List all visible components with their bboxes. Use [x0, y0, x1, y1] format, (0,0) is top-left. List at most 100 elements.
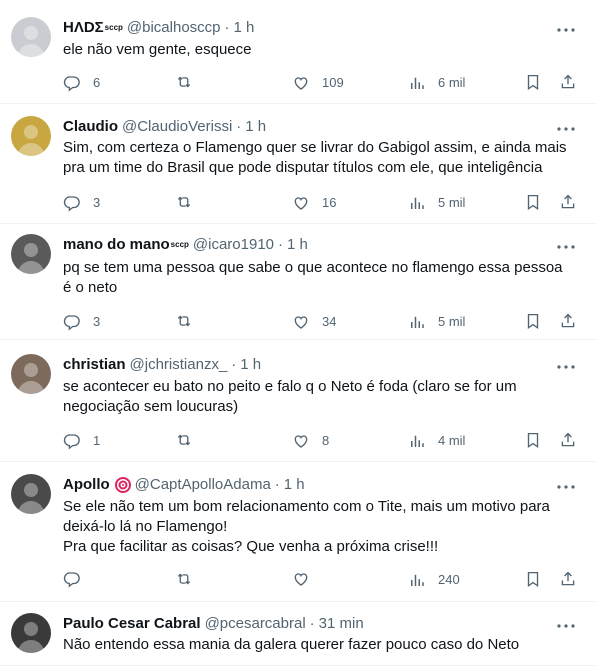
- views-button[interactable]: 5 mil: [408, 312, 465, 332]
- reply-icon: [63, 570, 81, 588]
- tweet-header: Apollo @CaptApolloAdama · 1 h: [63, 476, 305, 494]
- more-options-button[interactable]: [557, 236, 575, 254]
- likes-count: 16: [322, 195, 337, 210]
- tweet-header: mano do mano sccp @icaro1910 · 1 h: [63, 236, 308, 254]
- more-options-button[interactable]: [557, 19, 575, 37]
- like-button[interactable]: [292, 570, 322, 588]
- more-options-button[interactable]: [557, 615, 575, 633]
- tweet-header: ΗΛDΣ sccp @bicalhosccp · 1 h: [63, 19, 254, 37]
- user-handle[interactable]: @pcesarcabral: [205, 615, 306, 633]
- retweet-button[interactable]: [175, 570, 205, 588]
- like-button[interactable]: 34: [292, 312, 336, 332]
- tweet-header: Paulo Cesar Cabral @pcesarcabral · 31 min: [63, 615, 364, 633]
- views-button[interactable]: 5 mil: [408, 193, 465, 213]
- views-icon: [408, 313, 426, 331]
- share-button[interactable]: [559, 570, 577, 588]
- separator-dot: ·: [224, 19, 230, 36]
- display-name[interactable]: Paulo Cesar Cabral: [63, 615, 201, 633]
- like-button[interactable]: 8: [292, 431, 329, 451]
- like-icon: [292, 194, 310, 212]
- tweet-text-line: Pra que facilitar as coisas? Que venha a…: [63, 538, 439, 555]
- user-handle[interactable]: @CaptApolloAdama: [135, 476, 271, 494]
- timestamp[interactable]: 31 min: [319, 615, 364, 633]
- bookmark-button[interactable]: [524, 193, 542, 211]
- reply-icon: [63, 313, 81, 331]
- tweet-text-line: Se ele não tem um bom relacionamento com…: [63, 498, 550, 515]
- views-count: 4 mil: [438, 433, 466, 448]
- user-handle[interactable]: @icaro1910: [193, 236, 274, 254]
- share-button[interactable]: [559, 431, 577, 449]
- bookmark-button[interactable]: [524, 570, 542, 588]
- more-icon: [557, 356, 575, 374]
- reply-button[interactable]: [63, 570, 93, 588]
- tweet[interactable]: mano do mano sccp @icaro1910 · 1 h pq se tem …: [0, 224, 597, 340]
- display-name[interactable]: ΗΛDΣ: [63, 19, 104, 37]
- tweet[interactable]: Apollo @CaptApolloAdama · 1 h Se ele não tem…: [0, 462, 597, 602]
- retweet-button[interactable]: [175, 431, 205, 449]
- reply-button[interactable]: 3: [63, 193, 100, 213]
- user-handle[interactable]: @ClaudioVerissi: [122, 118, 232, 136]
- avatar[interactable]: [11, 116, 51, 156]
- replies-count: 6: [93, 75, 101, 90]
- more-options-button[interactable]: [557, 476, 575, 494]
- display-name[interactable]: mano do mano: [63, 236, 170, 254]
- views-button[interactable]: 240: [408, 570, 460, 590]
- timestamp[interactable]: 1 h: [240, 356, 261, 374]
- display-name[interactable]: Apollo: [63, 476, 110, 494]
- views-button[interactable]: 4 mil: [408, 431, 465, 451]
- timestamp[interactable]: 1 h: [234, 19, 255, 37]
- avatar[interactable]: [11, 474, 51, 514]
- share-button[interactable]: [559, 193, 577, 211]
- tweet-text: Não entendo essa mania da galera querer …: [63, 635, 583, 655]
- avatar[interactable]: [11, 354, 51, 394]
- share-icon: [559, 570, 577, 588]
- avatar[interactable]: [11, 613, 51, 653]
- like-button[interactable]: 16: [292, 193, 336, 213]
- tweet[interactable]: christian @jchristianzx_ · 1 h se acontecer …: [0, 340, 597, 462]
- share-button[interactable]: [559, 312, 577, 330]
- timestamp[interactable]: 1 h: [245, 118, 266, 136]
- tweet-text: se acontecer eu bato no peito e falo q o…: [63, 377, 583, 417]
- bookmark-button[interactable]: [524, 73, 542, 91]
- tweet-text-line: Não entendo essa mania da galera querer …: [63, 636, 520, 653]
- reply-button[interactable]: 3: [63, 312, 100, 332]
- reply-button[interactable]: 6: [63, 73, 100, 93]
- tweet[interactable]: ΗΛDΣ sccp @bicalhosccp · 1 h ele não vem gent…: [0, 0, 597, 104]
- tweet[interactable]: Claudio @ClaudioVerissi · 1 h Sim, com certe…: [0, 104, 597, 224]
- avatar[interactable]: [11, 234, 51, 274]
- like-icon: [292, 74, 310, 92]
- share-button[interactable]: [559, 73, 577, 91]
- bookmark-icon: [524, 431, 542, 449]
- reply-button[interactable]: 1: [63, 431, 100, 451]
- bookmark-button[interactable]: [524, 312, 542, 330]
- like-button[interactable]: 109: [292, 73, 344, 93]
- display-name[interactable]: Claudio: [63, 118, 118, 136]
- display-name[interactable]: christian: [63, 356, 126, 374]
- tweet-actions: 240: [63, 570, 583, 590]
- views-button[interactable]: 6 mil: [408, 73, 465, 93]
- views-icon: [408, 432, 426, 450]
- more-options-button[interactable]: [557, 118, 575, 136]
- tweet-text: ele não vem gente, esquece: [63, 40, 583, 60]
- tweet-text-line: Sim, com certeza o Flamengo quer se livr…: [63, 139, 567, 156]
- user-handle[interactable]: @bicalhosccp: [127, 19, 221, 37]
- retweet-button[interactable]: [175, 73, 205, 91]
- views-icon: [408, 74, 426, 92]
- timestamp[interactable]: 1 h: [284, 476, 305, 494]
- name-badge: sccp: [104, 23, 123, 32]
- likes-count: 34: [322, 314, 337, 329]
- avatar[interactable]: [11, 17, 51, 57]
- timestamp[interactable]: 1 h: [287, 236, 308, 254]
- bookmark-icon: [524, 312, 542, 330]
- tweet-text-line: deixá-lo lá no Flamengo!: [63, 518, 228, 535]
- retweet-button[interactable]: [175, 312, 205, 330]
- bookmark-button[interactable]: [524, 431, 542, 449]
- more-icon: [557, 236, 575, 254]
- retweet-button[interactable]: [175, 193, 205, 211]
- views-icon: [408, 571, 426, 589]
- user-handle[interactable]: @jchristianzx_: [130, 356, 228, 374]
- more-options-button[interactable]: [557, 356, 575, 374]
- views-count: 5 mil: [438, 195, 466, 210]
- tweet[interactable]: Paulo Cesar Cabral @pcesarcabral · 31 min Nã…: [0, 602, 597, 666]
- share-icon: [559, 312, 577, 330]
